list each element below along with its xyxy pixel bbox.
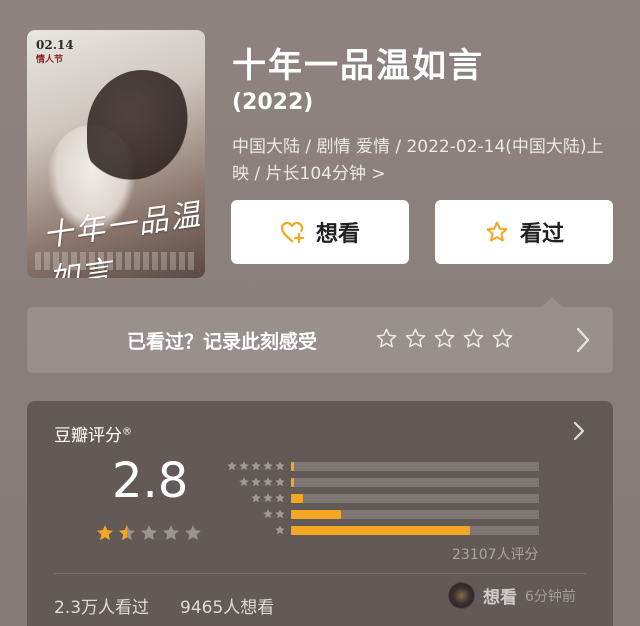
- avatar: [448, 582, 475, 609]
- poster-credits: [35, 252, 197, 270]
- small-star-icon: [263, 509, 273, 519]
- rate-star-icon-1[interactable]: [375, 327, 398, 350]
- distribution-bar-track: [291, 525, 539, 535]
- rate-star-icon-3[interactable]: [433, 327, 456, 350]
- small-star-icon: [251, 461, 261, 471]
- activity-time: 6分钟前: [525, 588, 576, 605]
- small-star-icon: [263, 493, 273, 503]
- star-outline-icon: [486, 221, 508, 242]
- small-star-icon: [239, 461, 249, 471]
- poster-date: 02.14: [36, 38, 74, 52]
- small-star-icon: [275, 461, 285, 471]
- chevron-right-icon: >: [371, 164, 386, 184]
- heart-plus-icon: [280, 221, 305, 244]
- distribution-row-1-star: [224, 522, 539, 538]
- distribution-row-2-star: [224, 506, 539, 522]
- friend-activity[interactable]: 想看 6分钟前: [448, 582, 576, 609]
- distribution-stars: [224, 524, 286, 536]
- rate-star-icon-2[interactable]: [404, 327, 427, 350]
- distribution-bar-track: [291, 493, 539, 503]
- distribution-stars: [224, 508, 286, 520]
- distribution-bar-fill: [291, 525, 470, 535]
- distribution-bar-track: [291, 461, 539, 471]
- want-to-watch-button[interactable]: 想看: [231, 200, 409, 264]
- douban-rating-card[interactable]: 豆瓣评分® 2.8 23107人评分 2.3万人看过 9465人想看 想看 6分…: [27, 401, 613, 626]
- distribution-bar-track: [291, 509, 539, 519]
- small-star-icon: [251, 477, 261, 487]
- rating-count: 23107人评分: [452, 547, 539, 563]
- watched-button[interactable]: 看过: [435, 200, 613, 264]
- rate-star-icon-5[interactable]: [491, 327, 514, 350]
- movie-poster[interactable]: 02.14 情人节 十年一品温如言: [27, 30, 205, 278]
- record-bar-pointer: [542, 297, 562, 307]
- distribution-bar-fill: [291, 493, 303, 503]
- distribution-row-3-star: [224, 490, 539, 506]
- divider: [54, 573, 586, 574]
- small-star-icon: [251, 493, 261, 503]
- chevron-right-icon[interactable]: [573, 421, 585, 441]
- rate-star-icon-4[interactable]: [462, 327, 485, 350]
- star-half-icon: [119, 525, 135, 541]
- movie-title: 十年一品温如言: [232, 46, 484, 86]
- rating-label-text: 豆瓣评分: [54, 426, 122, 446]
- watched-label: 看过: [519, 222, 564, 247]
- star-filled-icon: [97, 525, 113, 541]
- want-count[interactable]: 9465人想看: [180, 593, 274, 618]
- want-to-watch-label: 想看: [315, 222, 360, 247]
- seen-count[interactable]: 2.3万人看过: [54, 593, 149, 618]
- distribution-stars: [224, 476, 286, 488]
- poster-festival: 情人节: [36, 55, 64, 65]
- distribution-stars: [224, 460, 286, 472]
- small-star-icon: [275, 509, 285, 519]
- rate-stars[interactable]: [375, 327, 514, 350]
- registered-mark: ®: [122, 426, 132, 438]
- small-star-icon: [275, 525, 285, 535]
- small-star-icon: [263, 477, 273, 487]
- movie-meta-text: 中国大陆 / 剧情 爱情 / 2022-02-14(中国大陆)上映 / 片长10…: [232, 137, 604, 184]
- distribution-bar-fill: [291, 509, 341, 519]
- score-stars: [95, 523, 203, 543]
- rating-score: 2.8: [112, 453, 189, 509]
- small-star-icon: [275, 493, 285, 503]
- distribution-row-4-star: [224, 474, 539, 490]
- poster-figure-man: [87, 70, 197, 190]
- movie-year: (2022): [232, 90, 314, 115]
- rating-distribution: [224, 458, 539, 538]
- star-empty-icon: [141, 525, 157, 541]
- small-star-icon: [227, 461, 237, 471]
- record-prompt: 已看过？记录此刻感受: [127, 331, 318, 353]
- star-empty-icon: [185, 525, 201, 541]
- movie-meta[interactable]: 中国大陆 / 剧情 爱情 / 2022-02-14(中国大陆)上映 / 片长10…: [232, 134, 612, 188]
- star-empty-icon: [163, 525, 179, 541]
- activity-action: 想看: [483, 588, 517, 608]
- distribution-stars: [224, 492, 286, 504]
- distribution-bar-track: [291, 477, 539, 487]
- small-star-icon: [275, 477, 285, 487]
- record-rating-bar[interactable]: 已看过？记录此刻感受: [27, 297, 613, 373]
- distribution-bar-fill: [291, 461, 294, 471]
- small-star-icon: [239, 477, 249, 487]
- rating-label: 豆瓣评分®: [54, 421, 132, 446]
- distribution-row-5-star: [224, 458, 539, 474]
- distribution-bar-fill: [291, 477, 294, 487]
- small-star-icon: [263, 461, 273, 471]
- chevron-right-icon[interactable]: [575, 326, 591, 354]
